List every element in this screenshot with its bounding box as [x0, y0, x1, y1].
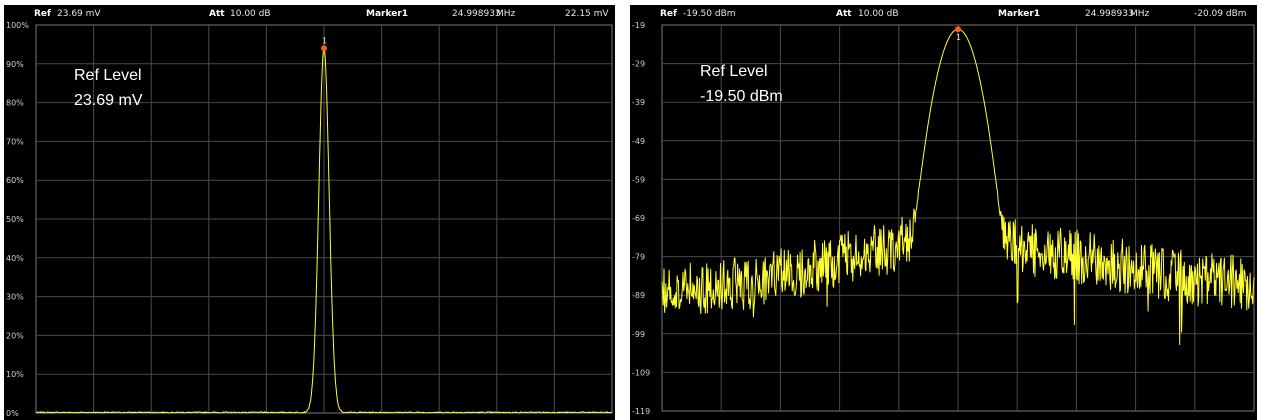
y-tick-label: -39 [632, 98, 645, 107]
y-tick-label: -59 [632, 175, 645, 184]
y-tick-label: -29 [632, 60, 645, 69]
marker-point [321, 45, 327, 52]
y-tick-label: 80% [6, 99, 24, 108]
y-tick-label: 70% [6, 137, 24, 146]
ref-level-title: Ref Level [74, 67, 142, 84]
y-tick-label: -79 [632, 253, 645, 262]
ref-level-title: Ref Level [700, 63, 768, 80]
y-tick-label: -69 [632, 214, 645, 223]
marker-point [955, 26, 961, 33]
y-tick-label: 20% [6, 331, 24, 340]
y-tick-label: -109 [632, 368, 650, 377]
y-tick-label: -119 [632, 407, 650, 416]
y-tick-label: 40% [6, 254, 24, 263]
y-tick-label: 10% [6, 370, 24, 379]
ref-level-overlay: Ref Level -19.50 dBm [700, 59, 783, 109]
spectrum-panel-linear: Ref 23.69 mV Att 10.00 dB Marker1 24.998… [4, 5, 615, 420]
y-tick-label: -49 [632, 137, 645, 146]
y-tick-label: 30% [6, 293, 24, 302]
y-tick-label: 50% [6, 215, 24, 224]
y-tick-label: -89 [632, 291, 645, 300]
y-tick-label: 100% [6, 21, 29, 30]
marker-number-label: 1 [956, 33, 961, 42]
y-tick-label: 0% [6, 409, 19, 418]
ref-level-overlay: Ref Level 23.69 mV [74, 63, 142, 113]
ref-level-value: -19.50 dBm [700, 88, 783, 105]
y-tick-label: -19 [632, 21, 645, 30]
marker-number-label: 1 [322, 36, 327, 45]
y-tick-label: 60% [6, 176, 24, 185]
spectrum-panel-log: Ref -19.50 dBm Att 10.00 dB Marker1 24.9… [630, 5, 1257, 420]
y-tick-label: 90% [6, 60, 24, 69]
ref-level-value: 23.69 mV [74, 92, 143, 109]
y-tick-label: -99 [632, 330, 645, 339]
